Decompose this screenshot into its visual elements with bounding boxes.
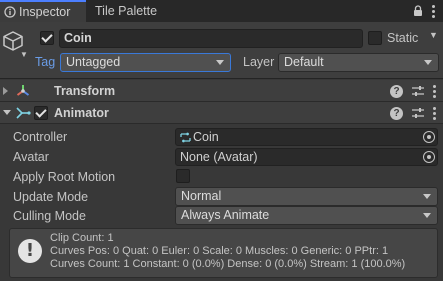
animator-icon xyxy=(16,107,31,119)
tab-tile-palette[interactable]: Tile Palette xyxy=(95,0,157,22)
controller-label: Controller xyxy=(13,130,68,144)
animator-title: Animator xyxy=(54,106,109,120)
avatar-field[interactable]: None (Avatar) xyxy=(175,148,438,166)
clip-info-box: ! Clip Count: 1 Curves Pos: 0 Quat: 0 Eu… xyxy=(9,228,438,278)
layer-value: Default xyxy=(284,55,324,69)
clip-count-text: Clip Count: 1 xyxy=(50,232,114,244)
info-icon xyxy=(4,6,16,18)
component-menu-icon[interactable] xyxy=(433,84,436,98)
tab-inspector[interactable]: Inspector xyxy=(0,0,86,22)
foldout-collapsed-icon[interactable] xyxy=(3,87,8,95)
tab-inspector-label: Inspector xyxy=(19,5,71,19)
update-mode-value: Normal xyxy=(181,189,222,203)
update-mode-label: Update Mode xyxy=(13,190,89,204)
curves-pos-text: Curves Pos: 0 Quat: 0 Euler: 0 Scale: 0 … xyxy=(50,245,389,257)
component-menu-icon[interactable] xyxy=(433,106,436,120)
foldout-expanded-icon[interactable] xyxy=(3,110,11,115)
culling-mode-value: Always Animate xyxy=(181,208,270,222)
animator-tools: ? xyxy=(390,105,436,121)
tab-menu-icon[interactable] xyxy=(432,4,435,18)
curves-count-text: Curves Count: 1 Constant: 0 (0.0%) Dense… xyxy=(50,258,406,270)
animator-component-header[interactable]: Animator ? xyxy=(0,102,443,124)
transform-tools: ? xyxy=(390,83,436,99)
culling-mode-dropdown[interactable]: Always Animate xyxy=(175,206,438,225)
update-mode-dropdown[interactable]: Normal xyxy=(175,187,438,206)
static-dropdown-arrow[interactable]: ▼ xyxy=(429,30,438,40)
chevron-down-icon xyxy=(423,194,431,199)
apply-root-motion-checkbox[interactable] xyxy=(176,169,190,183)
chevron-down-icon xyxy=(423,213,431,218)
animator-controller-icon xyxy=(180,132,191,143)
active-checkbox[interactable] xyxy=(40,31,54,45)
controller-field[interactable]: Coin xyxy=(175,128,438,146)
tab-tile-palette-label: Tile Palette xyxy=(95,4,158,18)
presets-icon[interactable] xyxy=(412,107,424,119)
lock-icon[interactable] xyxy=(413,5,423,17)
chevron-down-icon xyxy=(424,60,432,65)
object-picker-icon[interactable] xyxy=(423,151,435,163)
transform-title: Transform xyxy=(54,84,116,98)
animator-enabled-checkbox[interactable] xyxy=(34,106,48,120)
tag-dropdown[interactable]: Untagged xyxy=(60,53,231,72)
help-icon[interactable]: ? xyxy=(390,84,403,98)
tag-value: Untagged xyxy=(66,55,121,69)
layer-dropdown[interactable]: Default xyxy=(278,53,439,72)
layer-label: Layer xyxy=(243,55,275,69)
help-icon[interactable]: ? xyxy=(390,106,403,120)
culling-mode-label: Culling Mode xyxy=(13,209,86,223)
tab-tools xyxy=(413,3,435,19)
tab-bar: Inspector Tile Palette xyxy=(0,0,443,22)
object-picker-icon[interactable] xyxy=(423,131,435,143)
avatar-value: None (Avatar) xyxy=(180,150,258,164)
apply-root-motion-label: Apply Root Motion xyxy=(13,170,116,184)
warning-exclamation-icon: ! xyxy=(18,239,42,263)
chevron-down-icon xyxy=(216,60,224,65)
transform-icon xyxy=(16,85,30,96)
static-checkbox[interactable] xyxy=(368,31,382,45)
static-label: Static xyxy=(387,31,419,45)
avatar-label: Avatar xyxy=(13,150,49,164)
icon-dropdown-arrow[interactable]: ▼ xyxy=(20,50,28,59)
tag-label: Tag xyxy=(35,55,56,69)
presets-icon[interactable] xyxy=(412,85,424,97)
object-name-field[interactable]: Coin xyxy=(59,29,363,48)
controller-value: Coin xyxy=(193,130,219,144)
transform-component-header[interactable]: Transform ? xyxy=(0,80,443,102)
gameobject-header: ▼ Coin Static ▼ Tag Untagged Layer Defau… xyxy=(0,22,443,79)
